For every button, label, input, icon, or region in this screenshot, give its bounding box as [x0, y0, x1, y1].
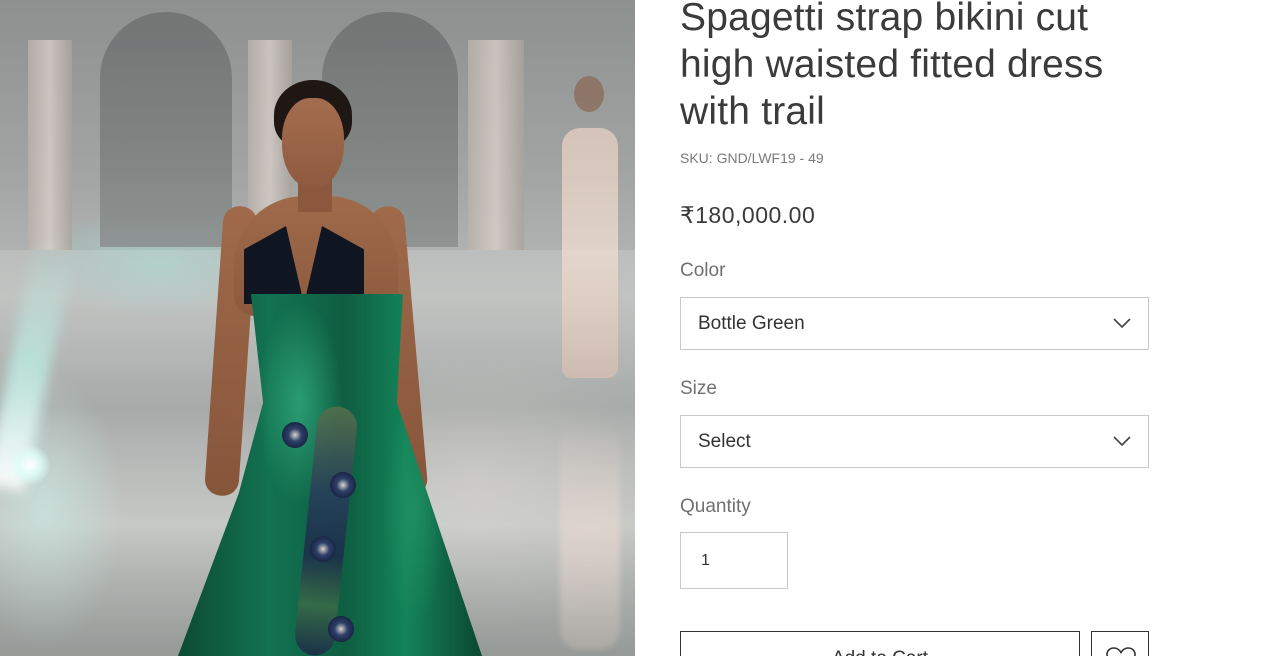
- product-price: ₹180,000.00: [680, 202, 816, 228]
- size-select-value: Select: [698, 431, 751, 452]
- wishlist-button[interactable]: [1091, 631, 1149, 656]
- stage-light: [10, 445, 50, 485]
- chevron-down-icon: [1113, 436, 1131, 447]
- background-model-dress: [562, 128, 618, 378]
- add-to-cart-button[interactable]: Add to Cart: [680, 631, 1080, 656]
- background-model: [548, 70, 632, 378]
- product-title: Spagetti strap bikini cut high waisted f…: [680, 0, 1104, 133]
- quantity-label: Quantity: [680, 496, 751, 517]
- background-model-head: [574, 76, 604, 112]
- color-select[interactable]: Bottle Green: [680, 297, 1149, 350]
- size-select[interactable]: Select: [680, 415, 1149, 468]
- embroidered-flower: [310, 536, 336, 562]
- embroidered-flower: [330, 472, 356, 498]
- color-label: Color: [680, 260, 726, 281]
- product-page: Spagetti strap bikini cut high waisted f…: [0, 0, 1280, 656]
- quantity-input[interactable]: [680, 532, 788, 589]
- product-image[interactable]: [0, 0, 635, 656]
- embroidered-flower: [282, 422, 308, 448]
- product-details: Spagetti strap bikini cut high waisted f…: [680, 0, 1160, 656]
- floor-reflection: [560, 420, 620, 650]
- background-pillar: [28, 40, 72, 250]
- color-select-value: Bottle Green: [698, 313, 805, 334]
- product-sku: SKU: GND/LWF19 - 49: [680, 150, 824, 166]
- runway-model: [170, 76, 490, 656]
- size-label: Size: [680, 378, 717, 399]
- chevron-down-icon: [1113, 318, 1131, 329]
- heart-icon: [1106, 647, 1136, 656]
- embroidered-flower: [328, 616, 354, 642]
- model-head: [282, 98, 344, 188]
